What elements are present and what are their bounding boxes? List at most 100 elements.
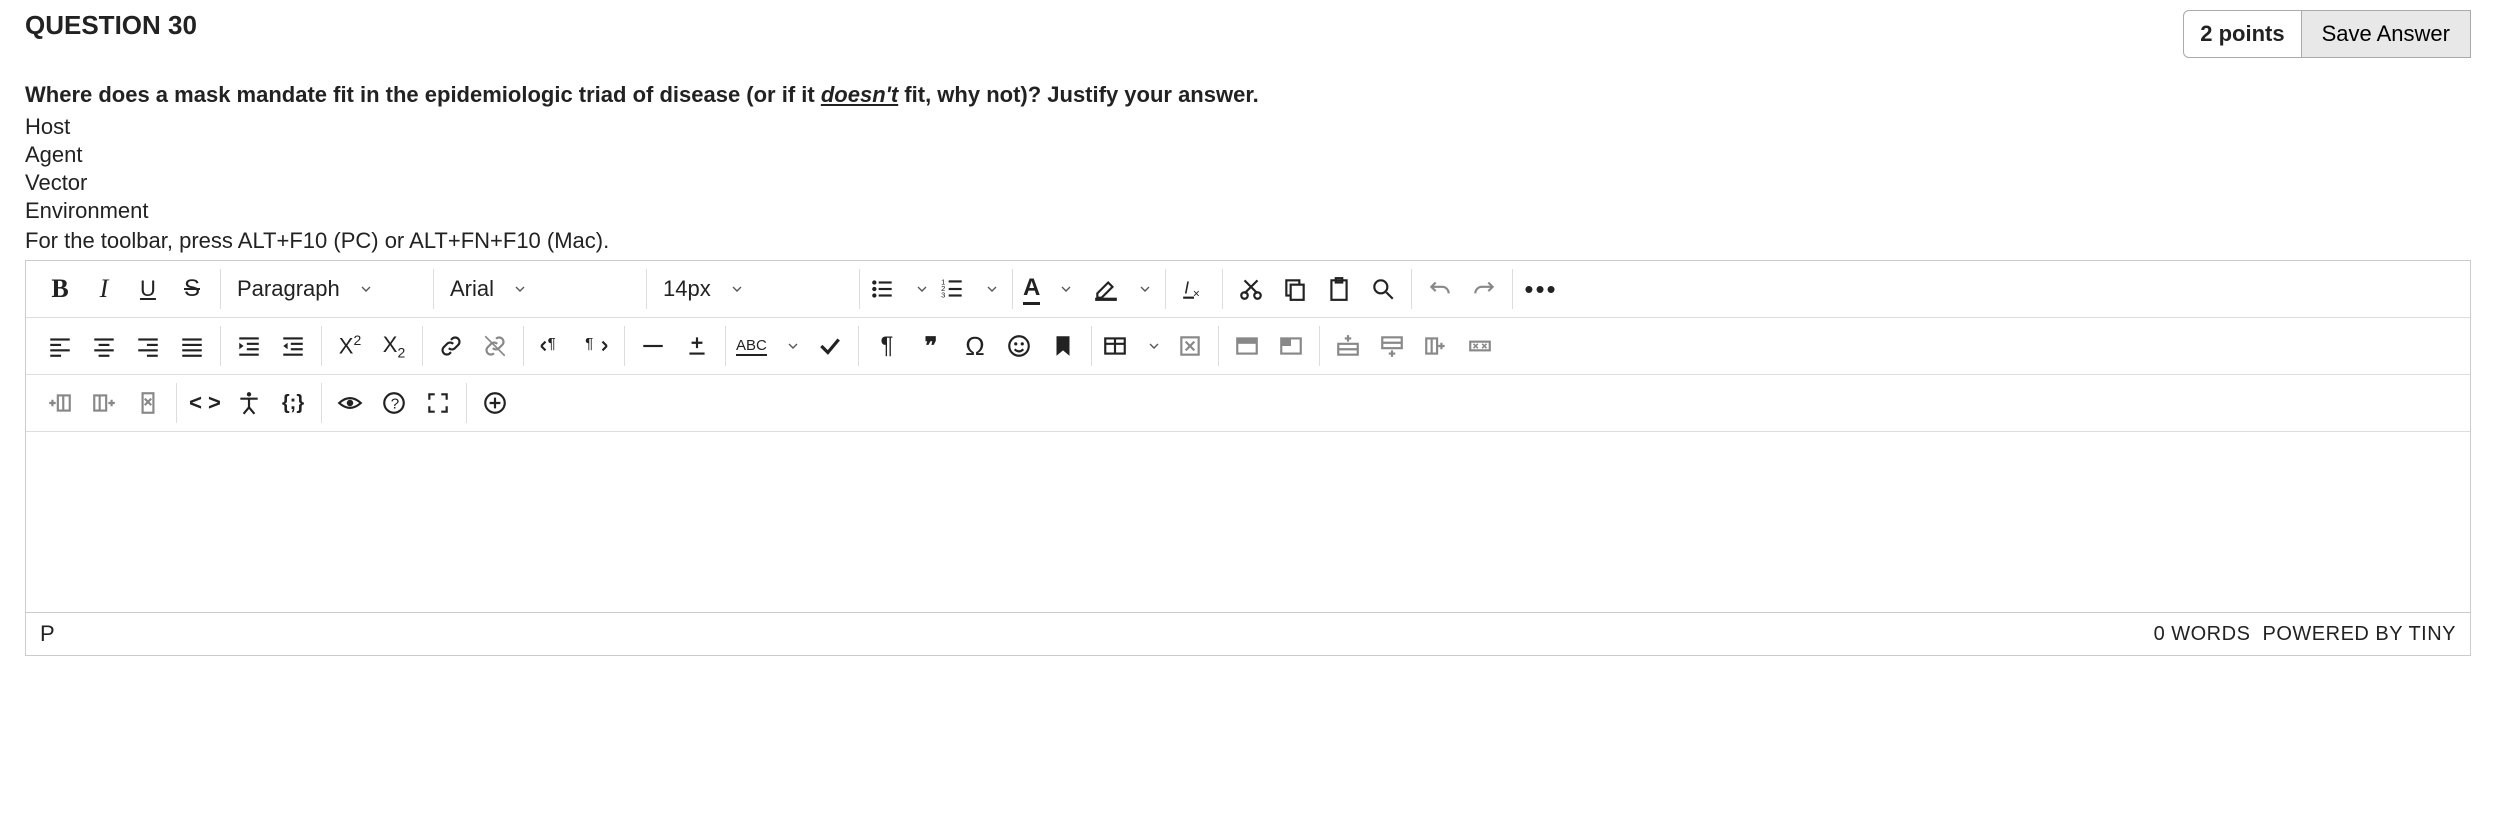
delete-row-button[interactable]: [1458, 326, 1502, 366]
align-justify-icon: [179, 333, 205, 359]
emoji-button[interactable]: [997, 326, 1041, 366]
points-label: 2 points: [2183, 10, 2301, 58]
clear-formatting-button[interactable]: I×: [1172, 269, 1216, 309]
toolbar-row-1: B I U S Paragraph Arial 14px: [26, 261, 2470, 318]
table-cell-props-button[interactable]: [1269, 326, 1313, 366]
bold-button[interactable]: B: [38, 269, 82, 309]
indent-button[interactable]: [227, 326, 271, 366]
highlight-color-dropdown[interactable]: [1089, 269, 1159, 309]
save-answer-button[interactable]: Save Answer: [2302, 10, 2471, 58]
insert-col-right-button[interactable]: [82, 383, 126, 423]
italic-button[interactable]: I: [82, 269, 126, 309]
editor-content-area[interactable]: [26, 432, 2470, 612]
chevron-down-icon: [1058, 281, 1074, 297]
ltr-icon: ¶: [539, 333, 565, 359]
header-actions: 2 points Save Answer: [2183, 10, 2471, 58]
bullet-list-dropdown[interactable]: [866, 269, 936, 309]
undo-icon: [1427, 276, 1453, 302]
accessibility-icon: [236, 390, 262, 416]
option-host: Host: [25, 114, 2471, 140]
outdent-button[interactable]: [271, 326, 315, 366]
align-justify-button[interactable]: [170, 326, 214, 366]
text-color-dropdown[interactable]: A: [1019, 269, 1089, 309]
svg-text:I: I: [1184, 277, 1189, 297]
font-family-dropdown[interactable]: Arial: [440, 269, 640, 309]
block-format-dropdown[interactable]: Paragraph: [227, 269, 427, 309]
delete-col-icon: [135, 390, 161, 416]
align-right-button[interactable]: [126, 326, 170, 366]
insert-datetime-button[interactable]: [675, 326, 719, 366]
insert-row-below-button[interactable]: [1370, 326, 1414, 366]
redo-button[interactable]: [1462, 269, 1506, 309]
svg-text:¶: ¶: [585, 335, 593, 352]
powered-by[interactable]: POWERED BY TINY: [2263, 623, 2456, 645]
add-content-button[interactable]: [473, 383, 517, 423]
insert-plus-icon: [684, 333, 710, 359]
row-above-icon: [1335, 333, 1361, 359]
special-character-button[interactable]: Ω: [953, 326, 997, 366]
paste-button[interactable]: [1317, 269, 1361, 309]
number-list-dropdown[interactable]: 123: [936, 269, 1006, 309]
element-path[interactable]: P: [40, 621, 55, 647]
remove-link-button[interactable]: [473, 326, 517, 366]
insert-table-dropdown[interactable]: [1098, 326, 1168, 366]
blockquote-button[interactable]: ❞: [909, 326, 953, 366]
align-center-button[interactable]: [82, 326, 126, 366]
preview-button[interactable]: [328, 383, 372, 423]
find-replace-button[interactable]: [1361, 269, 1405, 309]
hr-icon: [640, 333, 666, 359]
prompt-emphasis: doesn't: [821, 82, 898, 107]
align-center-icon: [91, 333, 117, 359]
chevron-down-icon: [729, 281, 745, 297]
bookmark-icon: [1050, 333, 1076, 359]
align-left-button[interactable]: [38, 326, 82, 366]
insert-link-button[interactable]: [429, 326, 473, 366]
rtl-button[interactable]: ¶: [574, 326, 618, 366]
check-icon: [817, 333, 843, 359]
option-vector: Vector: [25, 170, 2471, 196]
fullscreen-button[interactable]: [416, 383, 460, 423]
help-icon: ?: [381, 390, 407, 416]
table-row-props-button[interactable]: [1225, 326, 1269, 366]
strikethrough-button[interactable]: S: [170, 269, 214, 309]
chevron-down-icon: [984, 281, 1000, 297]
table-cell-icon: [1278, 333, 1304, 359]
checkmark-button[interactable]: [808, 326, 852, 366]
outdent-icon: [280, 333, 306, 359]
subscript-button[interactable]: X2: [372, 326, 416, 366]
help-button[interactable]: ?: [372, 383, 416, 423]
delete-table-button[interactable]: [1168, 326, 1212, 366]
option-environment: Environment: [25, 198, 2471, 224]
accessibility-button[interactable]: [227, 383, 271, 423]
source-code-button[interactable]: < >: [183, 383, 227, 423]
spellcheck-dropdown[interactable]: ABC: [732, 326, 808, 366]
copy-button[interactable]: [1273, 269, 1317, 309]
font-size-dropdown[interactable]: 14px: [653, 269, 853, 309]
question-number: QUESTION 30: [25, 10, 197, 41]
insert-column-button[interactable]: [1414, 326, 1458, 366]
delete-col-button[interactable]: [126, 383, 170, 423]
anchor-button[interactable]: [1041, 326, 1085, 366]
prompt-part-a: Where does a mask mandate fit in the epi…: [25, 82, 821, 107]
undo-button[interactable]: [1418, 269, 1462, 309]
svg-text:?: ?: [391, 395, 399, 412]
insert-col-left-button[interactable]: [38, 383, 82, 423]
horizontal-rule-button[interactable]: [631, 326, 675, 366]
ltr-button[interactable]: ¶: [530, 326, 574, 366]
rtl-icon: ¶: [583, 333, 609, 359]
superscript-button[interactable]: X2: [328, 326, 372, 366]
chevron-down-icon: [512, 281, 528, 297]
word-count[interactable]: 0 WORDS: [2154, 623, 2251, 645]
show-paragraph-button[interactable]: ¶: [865, 326, 909, 366]
col-right-icon: [91, 390, 117, 416]
insert-row-above-button[interactable]: [1326, 326, 1370, 366]
more-button[interactable]: •••: [1519, 269, 1563, 309]
bullet-list-icon: [870, 276, 896, 302]
code-sample-button[interactable]: {;}: [271, 383, 315, 423]
cut-button[interactable]: [1229, 269, 1273, 309]
col-left-icon: [47, 390, 73, 416]
editor-statusbar: P 0 WORDS POWERED BY TINY: [26, 612, 2470, 655]
unlink-icon: [482, 333, 508, 359]
question-prompt: Where does a mask mandate fit in the epi…: [25, 82, 2471, 108]
underline-button[interactable]: U: [126, 269, 170, 309]
